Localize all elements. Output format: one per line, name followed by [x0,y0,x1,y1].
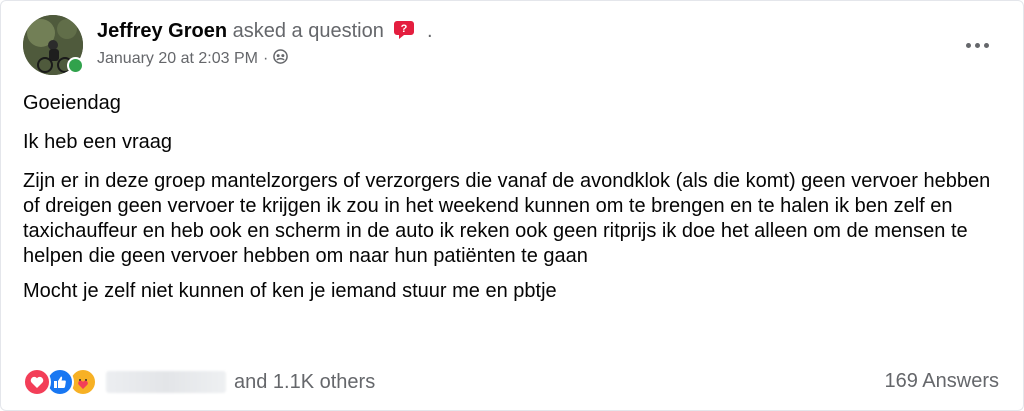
group-audience-icon[interactable] [273,49,289,69]
post-paragraph: Ik heb een vraag [23,131,172,153]
post-action-text: asked a question [232,20,384,42]
more-dot-icon [983,42,989,48]
svg-text:?: ? [401,23,408,35]
answers-count-link[interactable]: 169 Answers [884,370,999,393]
author-avatar-wrapper[interactable] [23,15,84,75]
more-dot-icon [965,42,971,48]
reactions-count-text[interactable]: and 1.1K others [234,371,375,394]
reactions-summary[interactable]: and 1.1K others [23,367,375,397]
post-timestamp[interactable]: January 20 at 2:03 PM [97,50,258,68]
question-badge-icon: ? [393,20,415,40]
post-paragraph: Goeiendag [23,92,121,114]
post-paragraph: Zijn er in deze groep mantelzorgers of v… [23,170,991,267]
post-body: Goeiendag Ik heb een vraag Zijn er in de… [23,91,1003,318]
trailing-dot: . [426,20,433,42]
more-dot-icon [974,42,980,48]
author-name[interactable]: Jeffrey Groen [97,20,227,42]
post-paragraph: Mocht je zelf niet kunnen of ken je iema… [23,280,557,302]
blurred-reactor-names[interactable] [106,371,226,393]
online-status-dot [67,57,84,74]
author-line: Jeffrey Groen asked a question ? . [97,18,433,44]
love-reaction-icon[interactable] [23,368,51,396]
meta-separator: · [262,50,269,67]
post-time-line: January 20 at 2:03 PM · [97,49,433,69]
more-options-button[interactable] [963,31,991,59]
post-meta: Jeffrey Groen asked a question ? . Janua… [97,15,433,69]
reaction-icons[interactable] [23,368,97,396]
post-card: Jeffrey Groen asked a question ? . Janua… [0,0,1024,411]
post-header: Jeffrey Groen asked a question ? . Janua… [23,15,433,75]
